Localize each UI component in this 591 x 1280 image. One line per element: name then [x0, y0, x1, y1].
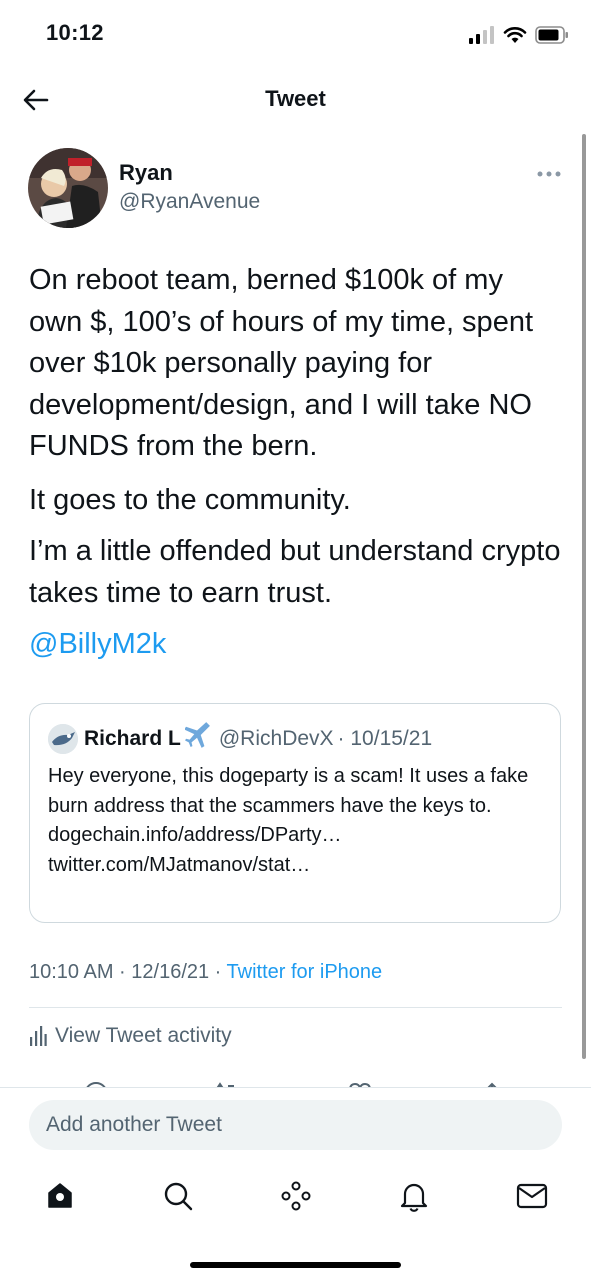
battery-icon	[535, 26, 568, 44]
author-name[interactable]: Ryan	[119, 160, 173, 186]
author-handle[interactable]: @RyanAvenue	[119, 190, 260, 214]
more-button[interactable]	[536, 166, 562, 182]
tweet-source-link[interactable]: Twitter for iPhone	[227, 961, 383, 983]
add-tweet-input[interactable]: Add another Tweet	[29, 1100, 562, 1150]
page-title: Tweet	[265, 86, 326, 111]
mention-link[interactable]: @BillyM2k	[29, 624, 166, 666]
view-activity-label: View Tweet activity	[55, 1024, 232, 1047]
tab-notifications[interactable]	[396, 1178, 432, 1214]
quoted-avatar	[48, 724, 78, 754]
view-activity-button[interactable]: View Tweet activity	[29, 1024, 232, 1048]
messages-icon	[516, 1183, 548, 1209]
status-time: 10:12	[46, 20, 104, 45]
action-row	[0, 1074, 591, 1088]
quoted-tweet[interactable]: Richard L @RichDevX · 10/15/21 Hey every…	[29, 703, 561, 923]
tweet-paragraph: It goes to the community.	[29, 483, 351, 516]
avatar[interactable]	[28, 148, 108, 228]
wifi-icon	[503, 27, 527, 43]
tweet-paragraph: On reboot team, berned $100k of my own $…	[29, 264, 534, 462]
status-icons	[469, 24, 569, 46]
scrollbar[interactable]	[582, 134, 586, 1059]
spaces-icon	[281, 1181, 311, 1211]
home-indicator[interactable]	[190, 1262, 401, 1268]
tweet-paragraph: I’m a little offended but understand cry…	[29, 535, 561, 609]
more-icon	[537, 171, 561, 177]
tweet-text: On reboot team, berned $100k of my own $…	[29, 260, 564, 666]
tab-spaces[interactable]	[278, 1178, 314, 1214]
quoted-author-name: Richard L	[84, 727, 181, 750]
tab-search[interactable]	[160, 1178, 196, 1214]
tab-messages[interactable]	[514, 1178, 550, 1214]
quoted-date: · 10/15/21	[337, 727, 433, 750]
signal-icon	[469, 26, 494, 44]
tweet-meta: 10:10 AM · 12/16/21 · Twitter for iPhone	[29, 961, 382, 984]
notifications-icon	[400, 1183, 428, 1212]
composer-placeholder: Add another Tweet	[46, 1113, 222, 1136]
home-icon	[48, 1183, 72, 1208]
quoted-tweet-header: Richard L @RichDevX · 10/15/21	[48, 722, 432, 756]
activity-icon	[30, 1026, 47, 1046]
airplane-icon	[184, 722, 213, 756]
quoted-author-handle: @RichDevX	[218, 727, 334, 750]
quoted-tweet-text: Hey everyone, this dogeparty is a scam! …	[48, 765, 529, 876]
tab-home[interactable]	[42, 1178, 78, 1214]
divider	[0, 1087, 591, 1088]
search-icon	[164, 1182, 193, 1211]
divider	[29, 1007, 562, 1008]
tweet-timestamp: 10:10 AM · 12/16/21 ·	[29, 961, 227, 983]
